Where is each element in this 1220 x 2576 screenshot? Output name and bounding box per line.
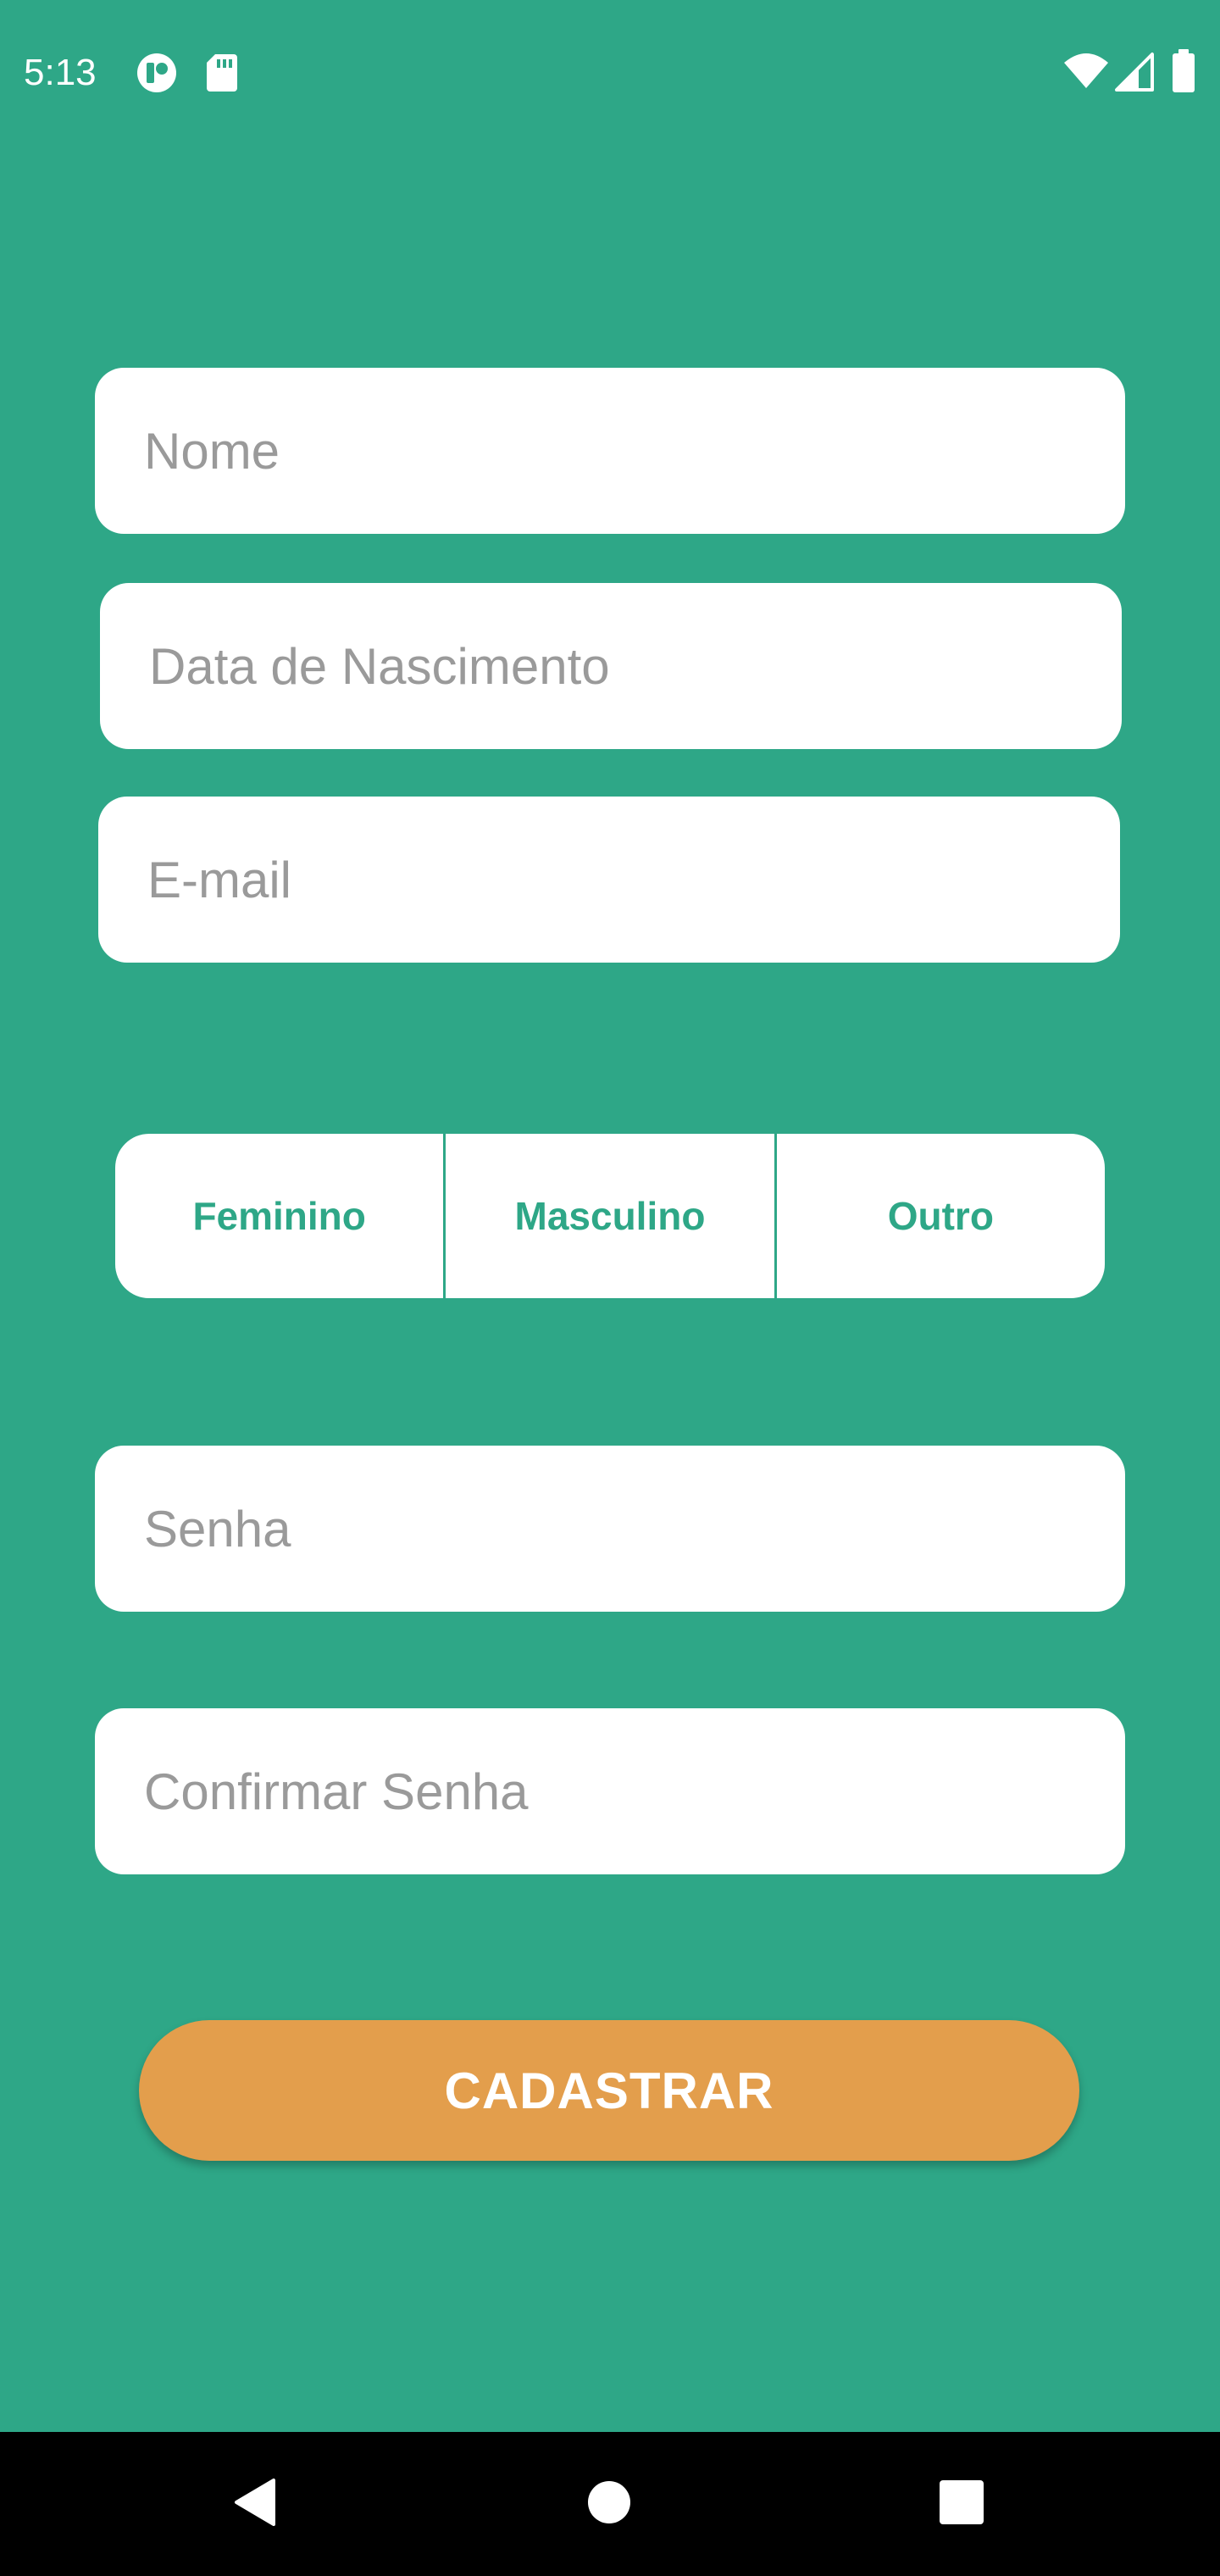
back-button[interactable] — [183, 2432, 327, 2576]
gender-selector: Feminino Masculino Outro — [115, 1134, 1105, 1298]
status-bar: 5:13 — [0, 0, 1220, 144]
notification-app-icon — [136, 53, 178, 93]
navigation-bar — [0, 2432, 1220, 2576]
confirm-password-input[interactable] — [144, 1762, 1125, 1821]
status-time: 5:13 — [24, 52, 97, 93]
gender-option-outro[interactable]: Outro — [774, 1134, 1105, 1298]
app-screen: 5:13 Nome Data de Nascimento E-mail Femi… — [0, 0, 1220, 2432]
password-field[interactable] — [95, 1446, 1125, 1612]
email-field[interactable] — [98, 797, 1120, 963]
register-button[interactable]: CADASTRAR — [139, 2020, 1079, 2161]
birthdate-field[interactable] — [100, 583, 1122, 749]
sd-card-icon — [205, 53, 239, 93]
battery-icon — [1171, 49, 1196, 92]
recents-icon — [938, 2479, 985, 2530]
confirm-password-field[interactable] — [95, 1708, 1125, 1874]
wifi-icon — [1062, 51, 1110, 92]
cellular-signal-icon — [1115, 51, 1154, 92]
birthdate-input[interactable] — [149, 636, 1122, 696]
email-input[interactable] — [147, 850, 1120, 909]
home-button[interactable] — [537, 2432, 681, 2576]
password-input[interactable] — [144, 1499, 1125, 1558]
gender-option-masculino[interactable]: Masculino — [443, 1134, 774, 1298]
gender-option-feminino[interactable]: Feminino — [115, 1134, 443, 1298]
name-field[interactable] — [95, 368, 1125, 534]
recents-button[interactable] — [890, 2432, 1034, 2576]
name-input[interactable] — [144, 421, 1125, 480]
home-icon — [585, 2479, 633, 2530]
back-icon — [231, 2477, 279, 2532]
